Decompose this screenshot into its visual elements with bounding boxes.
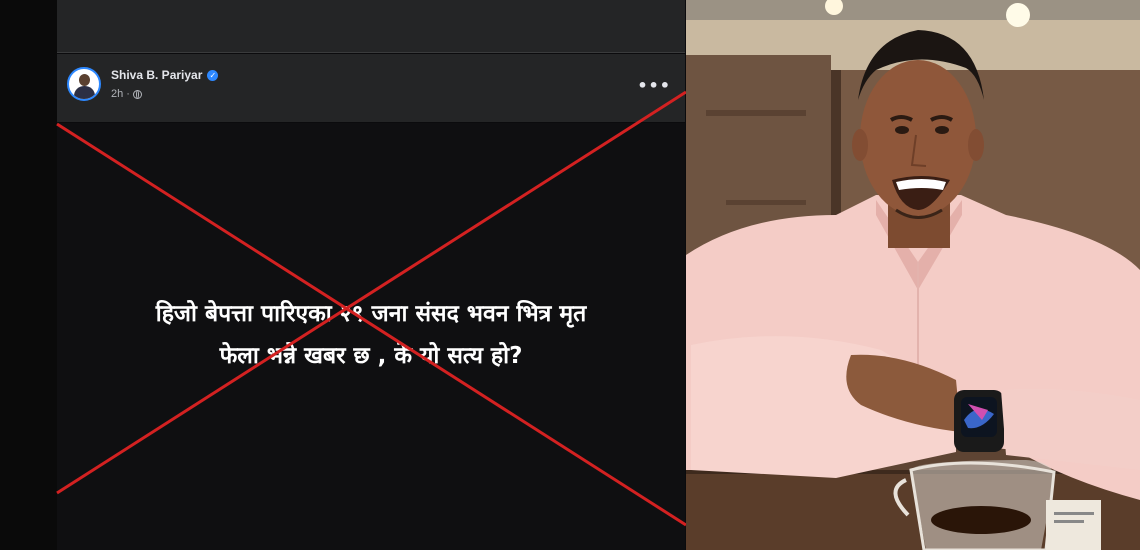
avatar-head bbox=[79, 74, 90, 86]
verified-icon: ✓ bbox=[207, 69, 219, 81]
avatar-body bbox=[74, 86, 95, 99]
facebook-post-screenshot: Shiva B. Pariyar ✓ 2h · ••• हिजो बेपत्ता… bbox=[0, 0, 686, 550]
post-meta: 2h · bbox=[111, 88, 142, 100]
author-row: Shiva B. Pariyar ✓ bbox=[111, 68, 219, 82]
globe-icon bbox=[132, 89, 142, 99]
post-body: हिजो बेपत्ता पारिएका २९ जना संसद भवन भित… bbox=[57, 123, 685, 550]
post-text-line-1: हिजो बेपत्ता पारिएका २९ जना संसद भवन भित… bbox=[155, 301, 587, 327]
previous-post-card bbox=[57, 0, 685, 53]
post-text-line-2: फेला भन्ने खबर छ , के यो सत्य हो? bbox=[219, 343, 523, 369]
left-margin bbox=[0, 0, 57, 550]
post-text: हिजो बेपत्ता पारिएका २९ जना संसद भवन भित… bbox=[57, 293, 685, 377]
person-photo bbox=[686, 0, 1140, 550]
photo-illustration bbox=[686, 0, 1140, 550]
post-time[interactable]: 2h bbox=[111, 88, 123, 100]
meta-separator: · bbox=[126, 88, 130, 100]
more-options-button[interactable]: ••• bbox=[637, 76, 671, 95]
avatar[interactable] bbox=[67, 67, 101, 101]
post-header: Shiva B. Pariyar ✓ 2h · ••• bbox=[57, 54, 685, 122]
author-name[interactable]: Shiva B. Pariyar bbox=[111, 68, 202, 82]
